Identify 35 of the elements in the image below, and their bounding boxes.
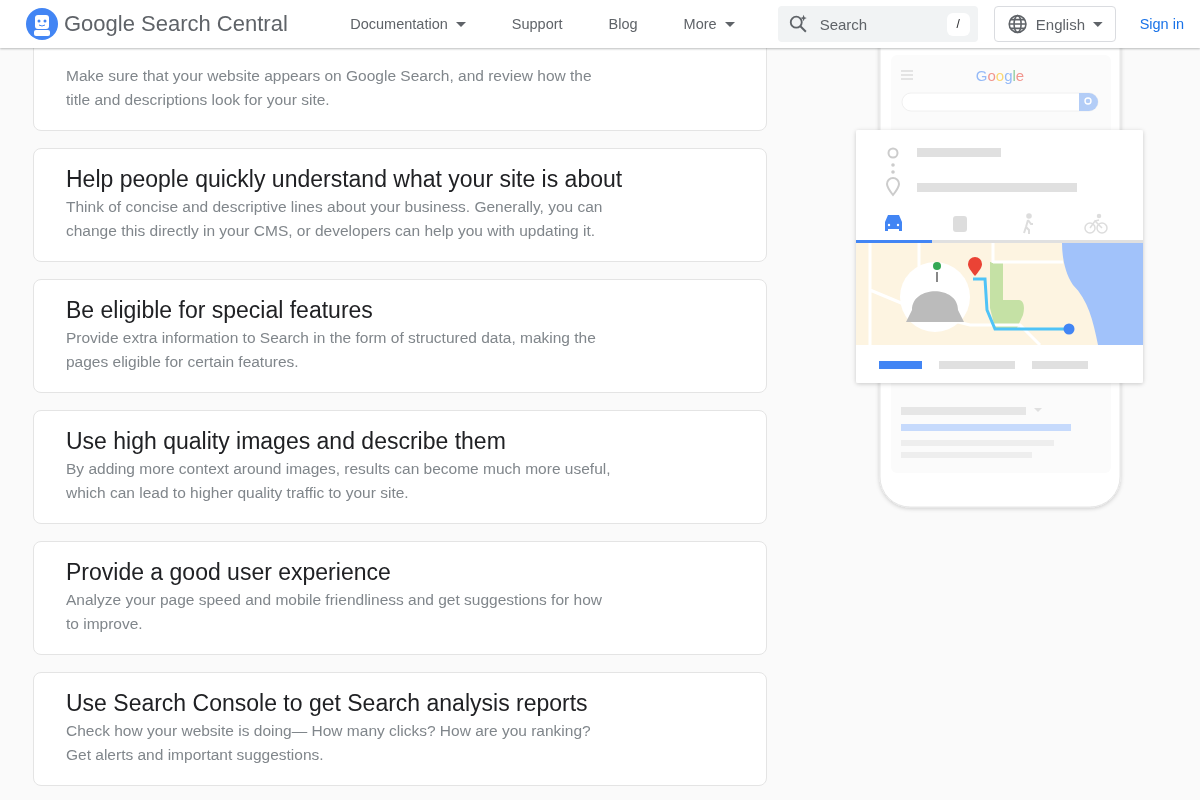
keyboard-shortcut: /: [946, 12, 970, 36]
card-description: Check how your website is doing— How many clicks? How are you ranking? Get alerts and important suggestions.: [66, 721, 592, 765]
location-pin-icon: [886, 177, 900, 196]
card-description: By adding more context around images, results can become much more useful, which can lead to higher quality traffic to your site.: [66, 459, 612, 503]
nav-link[interactable]: Documentation: [327, 16, 489, 32]
caret-icon: [1093, 21, 1103, 27]
route-dots-icon: [887, 147, 899, 174]
logo-icon: [26, 8, 58, 40]
language-button[interactable]: English: [993, 6, 1116, 42]
car-icon: [885, 215, 902, 231]
caret-icon: [724, 21, 735, 27]
card-title: Use high quality images and describe them: [66, 427, 507, 456]
card-title: Use Search Console to get Search analysis reports: [66, 689, 589, 718]
sign-in-link[interactable]: Sign in: [1139, 16, 1184, 32]
walking-person-icon: [1023, 213, 1034, 235]
search-box[interactable]: Search /: [777, 6, 978, 42]
nav-link[interactable]: Blog: [585, 16, 661, 32]
search-input[interactable]: Search: [817, 14, 939, 34]
card-title: Be eligible for special features: [66, 296, 374, 325]
caret-icon: [455, 21, 466, 27]
train-icon: [953, 216, 967, 232]
globe-icon: [1006, 13, 1028, 35]
site-title: Google Search Central: [64, 11, 288, 37]
card-title: Help people quickly understand what your site is about: [66, 165, 624, 194]
nav-link[interactable]: Support: [488, 16, 586, 32]
google-logo: Google: [975, 67, 1025, 84]
action-placeholder-bar: [1032, 361, 1088, 369]
action-placeholder-bar: [879, 361, 922, 369]
nav-link[interactable]: More: [660, 16, 758, 32]
bicycle-icon: [1084, 213, 1108, 234]
card-description: Think of concise and descriptive lines about your business. Generally, you can change this directly in your CMS, or developers can help you with updating it.: [66, 197, 604, 241]
card-description: Make sure that your website appears on Google Search, and review how the title and descriptions look for your site.: [66, 66, 593, 110]
card-title: Provide a good user experience: [66, 558, 392, 587]
card-description: Provide extra information to Search in the form of structured data, making the pages eligible for certain features.: [66, 328, 597, 372]
card-description: Analyze your page speed and mobile friendliness and get suggestions for how to improve.: [66, 590, 603, 634]
